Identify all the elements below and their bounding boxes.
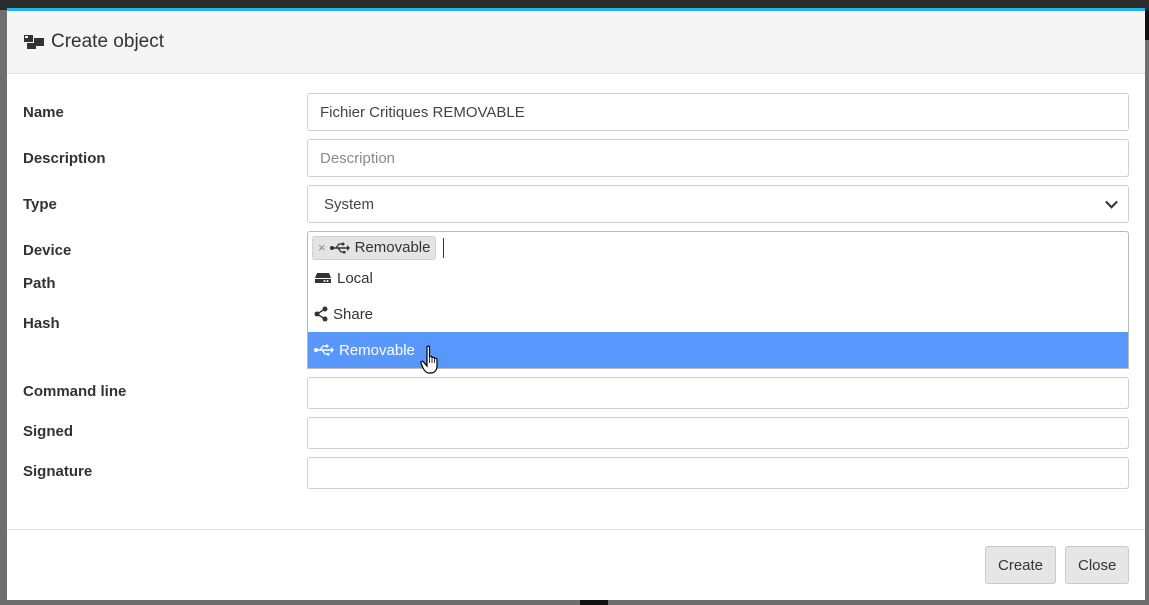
close-button[interactable]: Close (1065, 546, 1129, 584)
description-label: Description (23, 150, 106, 167)
hdd-icon (315, 273, 331, 283)
create-button[interactable]: Create (985, 546, 1056, 584)
type-label: Type (23, 196, 57, 213)
name-input[interactable]: Fichier Critiques REMOVABLE (307, 93, 1129, 131)
type-selected-value: System (324, 195, 375, 213)
device-option-label: Local (337, 269, 373, 287)
text-cursor (443, 237, 445, 258)
chevron-down-icon (1105, 195, 1118, 209)
signed-input[interactable] (307, 417, 1129, 449)
description-placeholder: Description (320, 149, 396, 167)
command-line-label: Command line (23, 383, 127, 400)
type-select[interactable]: System (307, 185, 1129, 223)
path-label: Path (23, 275, 56, 292)
create-object-modal: Create object Name Fichier Critiques REM… (7, 8, 1145, 600)
device-tag-label: Removable (354, 239, 431, 256)
object-icon (23, 33, 45, 51)
modal-title: Create object (23, 31, 164, 53)
usb-icon (314, 344, 334, 356)
description-input[interactable]: Description (307, 139, 1129, 177)
background-fragment (1145, 10, 1149, 40)
modal-title-text: Create object (51, 31, 165, 52)
device-option-label: Share (333, 305, 374, 323)
name-label: Name (23, 104, 64, 121)
modal-footer: Create Close (7, 529, 1145, 600)
signed-label: Signed (23, 423, 74, 440)
hand-cursor-icon (420, 345, 438, 374)
hash-label: Hash (23, 315, 60, 332)
modal-header: Create object (7, 11, 1145, 74)
usb-icon (329, 242, 350, 253)
device-option-local[interactable]: Local (308, 260, 1128, 296)
remove-tag-icon[interactable]: × (318, 240, 326, 255)
device-tag-removable: × Removable (312, 235, 437, 260)
device-option-share[interactable]: Share (308, 296, 1128, 332)
device-label: Device (23, 242, 72, 259)
device-option-label: Removable (339, 341, 415, 359)
signature-input[interactable] (307, 457, 1129, 489)
share-icon (314, 306, 328, 322)
name-value: Fichier Critiques REMOVABLE (320, 103, 525, 121)
signature-label: Signature (23, 463, 93, 480)
command-line-input[interactable] (307, 377, 1129, 409)
